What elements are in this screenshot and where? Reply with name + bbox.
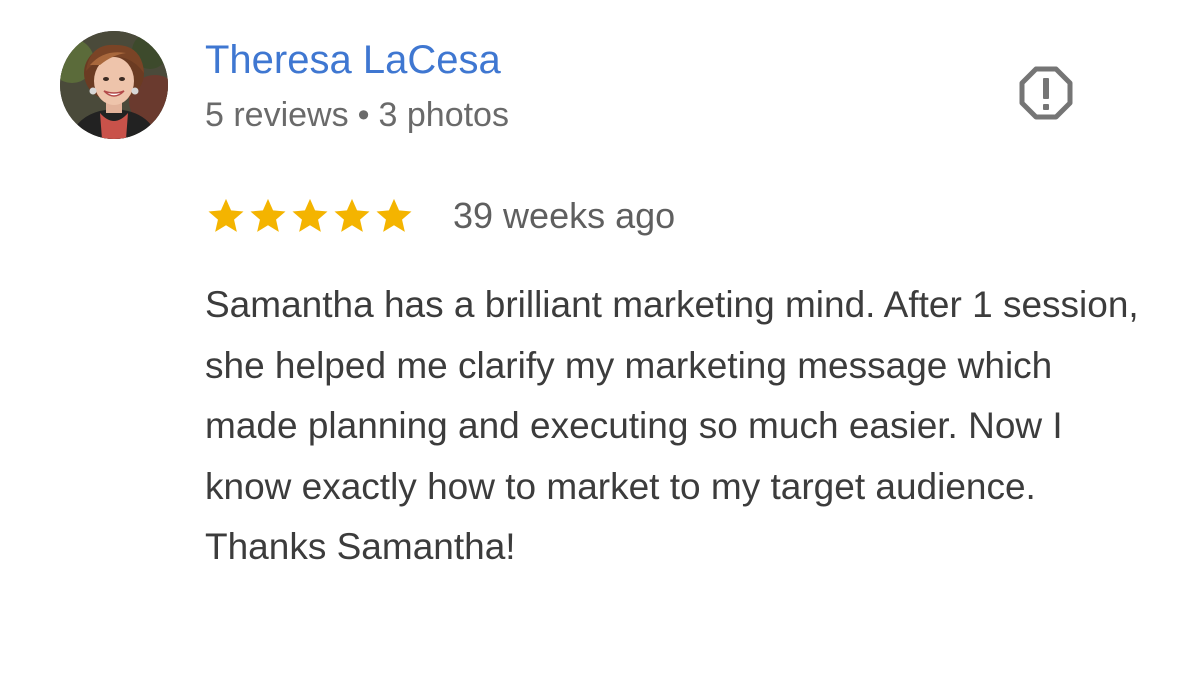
rating-row: 39 weeks ago	[205, 194, 675, 238]
author-name[interactable]: Theresa LaCesa	[205, 36, 501, 84]
review-card: Theresa LaCesa 5 reviews • 3 photos 39 wee…	[0, 0, 1179, 673]
star-icon	[250, 198, 286, 232]
star-icon	[208, 198, 244, 232]
star-icon	[292, 198, 328, 232]
meta-separator: •	[357, 96, 370, 134]
avatar-photo-icon	[60, 31, 168, 139]
report-octagon-icon	[1019, 66, 1073, 120]
author-meta: 5 reviews • 3 photos	[205, 94, 509, 136]
report-icon[interactable]	[1018, 65, 1074, 121]
star-icon	[334, 198, 370, 232]
photos-count: 3 photos	[378, 96, 509, 134]
reviews-count: 5 reviews	[205, 96, 349, 134]
star-rating	[205, 195, 415, 237]
star-icon	[376, 198, 412, 232]
review-text: Samantha has a brilliant marketing mind.…	[205, 284, 1139, 567]
review-date: 39 weeks ago	[453, 195, 676, 236]
author-avatar[interactable]	[60, 31, 168, 139]
